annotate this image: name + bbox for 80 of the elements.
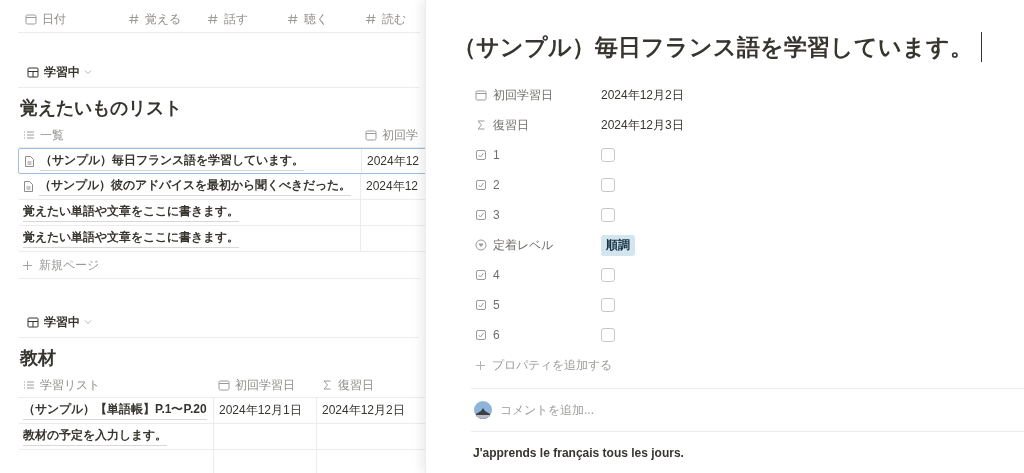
hash-icon <box>207 13 219 25</box>
sigma-icon <box>321 379 333 391</box>
property-label[interactable]: 初回学習日 <box>471 86 601 104</box>
column-header[interactable]: 話す <box>200 10 280 28</box>
table-cell: 2024年12月1日 <box>219 402 302 419</box>
property-label[interactable]: 4 <box>471 268 601 282</box>
add-property-button[interactable]: プロパティを追加する <box>471 350 1024 380</box>
page-icon <box>24 154 35 168</box>
calendar-icon <box>365 129 377 141</box>
plus-icon <box>22 259 33 271</box>
chevron-down-icon <box>84 69 92 75</box>
avatar-icon <box>474 401 492 419</box>
property-label[interactable]: 2 <box>471 178 601 192</box>
table-cell: 2024年12月2日 <box>322 402 405 419</box>
view-tab[interactable]: 学習中 <box>27 63 80 81</box>
list-icon <box>23 379 35 391</box>
column-header[interactable]: 初回学 <box>360 123 425 147</box>
database-title: 教材 <box>18 347 57 370</box>
column-header[interactable]: 読む <box>358 10 418 28</box>
table-cell: 2024年12 <box>366 178 419 195</box>
table-cell: 2024年12 <box>367 152 420 170</box>
checkbox-icon <box>475 149 487 161</box>
row-title[interactable]: 覚えたい単語や文章をここに書きます。 <box>23 203 239 222</box>
view-tab[interactable]: 学習中 <box>27 313 80 331</box>
plus-icon <box>475 359 486 371</box>
property-label[interactable]: 3 <box>471 208 601 222</box>
status-tag[interactable]: 順調 <box>601 234 635 256</box>
calendar-icon <box>25 13 37 25</box>
property-label[interactable]: 6 <box>471 328 601 342</box>
property-label[interactable]: 1 <box>471 148 601 162</box>
property-value[interactable]: 2024年12月3日 <box>601 116 684 134</box>
column-header[interactable]: 学習リスト <box>18 373 213 397</box>
table-row[interactable]: 覚えたい単語や文章をここに書きます。 <box>18 226 425 252</box>
row-title[interactable]: 覚えたい単語や文章をここに書きます。 <box>23 229 239 248</box>
row-title[interactable]: （サンプル）毎日フランス語を学習しています。 <box>40 151 304 171</box>
comment-field[interactable]: コメントを追加... <box>500 401 1024 419</box>
page-title[interactable]: （サンプル）毎日フランス語を学習しています。 <box>453 31 973 63</box>
column-header[interactable]: 一覧 <box>18 123 360 147</box>
checkbox-icon <box>475 269 487 281</box>
column-header[interactable]: 復習日 <box>316 373 418 397</box>
checkbox[interactable] <box>601 148 615 162</box>
row-title[interactable]: （サンプル）彼のアドバイスを最初から聞くべきだった。 <box>39 177 351 196</box>
row-title[interactable]: （サンプル）【単語帳】P.1〜P.20 <box>23 401 207 420</box>
checkbox-icon <box>475 299 487 311</box>
page-icon <box>23 180 34 193</box>
body-text: J'apprends le français tous les jours. <box>472 445 685 460</box>
chevron-down-icon <box>84 319 92 325</box>
calendar-icon <box>218 379 230 391</box>
checkbox[interactable] <box>601 178 615 192</box>
property-label[interactable]: 定着レベル <box>471 236 601 254</box>
column-header[interactable]: 覚える <box>121 10 200 28</box>
column-header[interactable]: 日付 <box>18 10 121 28</box>
checkbox[interactable] <box>601 268 615 282</box>
new-page-button[interactable]: 新規ページ <box>18 252 420 279</box>
checkbox-icon <box>475 179 487 191</box>
table-row[interactable]: （サンプル）毎日フランス語を学習しています。 2024年12 <box>18 148 425 174</box>
checkbox[interactable] <box>601 208 615 222</box>
checkbox[interactable] <box>601 298 615 312</box>
table-icon <box>27 66 39 78</box>
sigma-icon <box>475 119 487 131</box>
property-label[interactable]: 復習日 <box>471 116 601 134</box>
calendar-icon <box>475 89 487 101</box>
row-title[interactable]: 教材の予定を入力します。 <box>23 427 167 446</box>
table-row[interactable]: 覚えたい単語や文章をここに書きます。 <box>18 200 425 226</box>
checkbox-icon <box>475 209 487 221</box>
hash-icon <box>365 13 377 25</box>
table-icon <box>27 316 39 328</box>
column-header[interactable]: 初回学習日 <box>213 373 316 397</box>
property-value[interactable]: 2024年12月2日 <box>601 86 684 104</box>
hash-icon <box>128 13 140 25</box>
checkbox-icon <box>475 329 487 341</box>
column-header[interactable]: 聴く <box>280 10 358 28</box>
text-cursor <box>981 32 982 62</box>
property-label[interactable]: 5 <box>471 298 601 312</box>
checkbox[interactable] <box>601 328 615 342</box>
list-icon <box>23 129 35 141</box>
hash-icon <box>287 13 299 25</box>
select-icon <box>475 239 487 251</box>
table-row[interactable]: （サンプル）彼のアドバイスを最初から聞くべきだった。 2024年12 <box>18 174 425 200</box>
database-title: 覚えたいものリスト <box>19 97 183 120</box>
